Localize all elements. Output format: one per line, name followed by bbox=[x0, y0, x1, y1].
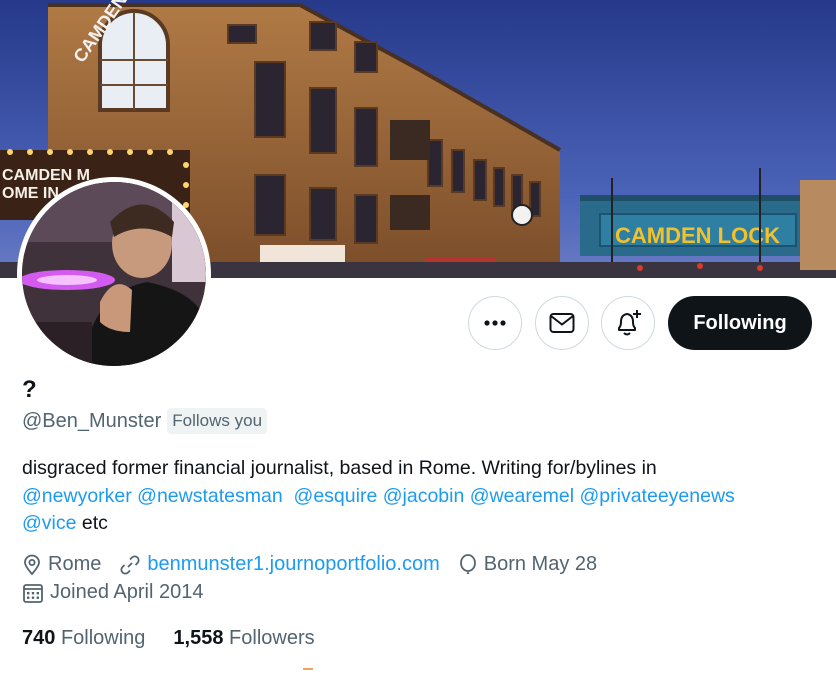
message-button[interactable] bbox=[535, 296, 589, 350]
followers-stat-link[interactable]: 1,558 Followers bbox=[173, 627, 314, 650]
mention-link[interactable]: @jacobin bbox=[383, 485, 465, 507]
followers-count: 1,558 bbox=[173, 627, 224, 649]
mention-link[interactable]: @wearemel bbox=[470, 485, 574, 507]
follows-you-badge: Follows you bbox=[167, 408, 268, 434]
joined-text: Joined April 2014 bbox=[50, 581, 204, 603]
website-link[interactable]: benmunster1.journoportfolio.com bbox=[147, 553, 439, 576]
calendar-icon bbox=[23, 583, 43, 603]
left-sign-line1: CAMDEN M bbox=[2, 167, 90, 184]
birthday-item: Born May 28 bbox=[458, 553, 597, 576]
location-text: Rome bbox=[48, 553, 102, 575]
bridge-sign: CAMDEN LOCK bbox=[615, 223, 780, 248]
follow-stats: 740 Following 1,558 Followers bbox=[22, 627, 343, 650]
following-label: Following bbox=[60, 627, 146, 649]
display-name: ? bbox=[22, 376, 37, 403]
mention-link[interactable]: @privateeyenews bbox=[580, 485, 735, 507]
profile-meta-row: Joined April 2014 bbox=[22, 581, 221, 604]
more-icon bbox=[484, 320, 506, 326]
handle-row: @Ben_Munster Follows you bbox=[22, 408, 268, 434]
following-stat-link[interactable]: 740 Following bbox=[22, 627, 145, 650]
bell-plus-icon bbox=[618, 310, 641, 336]
followers-label: Followers bbox=[229, 627, 315, 649]
profile-avatar[interactable] bbox=[17, 177, 211, 371]
joined-item: Joined April 2014 bbox=[22, 581, 203, 604]
following-button[interactable]: Following bbox=[668, 296, 812, 350]
user-handle: @Ben_Munster bbox=[22, 409, 162, 432]
birthday-text: Born May 28 bbox=[483, 553, 598, 575]
link-icon bbox=[120, 554, 140, 575]
envelope-icon bbox=[549, 313, 575, 333]
profile-bio: disgraced former financial journalist, b… bbox=[22, 455, 822, 538]
following-count: 740 bbox=[22, 627, 56, 649]
mention-link[interactable]: @esquire bbox=[294, 485, 378, 507]
mention-link[interactable]: @newyorker bbox=[22, 485, 132, 507]
avatar-illustration bbox=[22, 182, 206, 366]
location-pin-icon bbox=[24, 554, 40, 575]
bio-text: disgraced former financial journalist, b… bbox=[22, 457, 657, 479]
location-item: Rome bbox=[22, 553, 101, 576]
mention-link[interactable]: @vice bbox=[22, 512, 76, 534]
mention-link[interactable]: @newstatesman bbox=[137, 485, 283, 507]
scroll-edge-marker bbox=[303, 668, 313, 670]
profile-meta-row: Rome benmunster1.journoportfolio.com Bor… bbox=[22, 553, 615, 576]
balloon-icon bbox=[459, 553, 476, 574]
notifications-button[interactable] bbox=[601, 296, 655, 350]
more-options-button[interactable] bbox=[468, 296, 522, 350]
avatar-photo bbox=[22, 182, 206, 366]
bio-tail: etc bbox=[81, 512, 108, 534]
website-item: benmunster1.journoportfolio.com bbox=[119, 553, 440, 576]
